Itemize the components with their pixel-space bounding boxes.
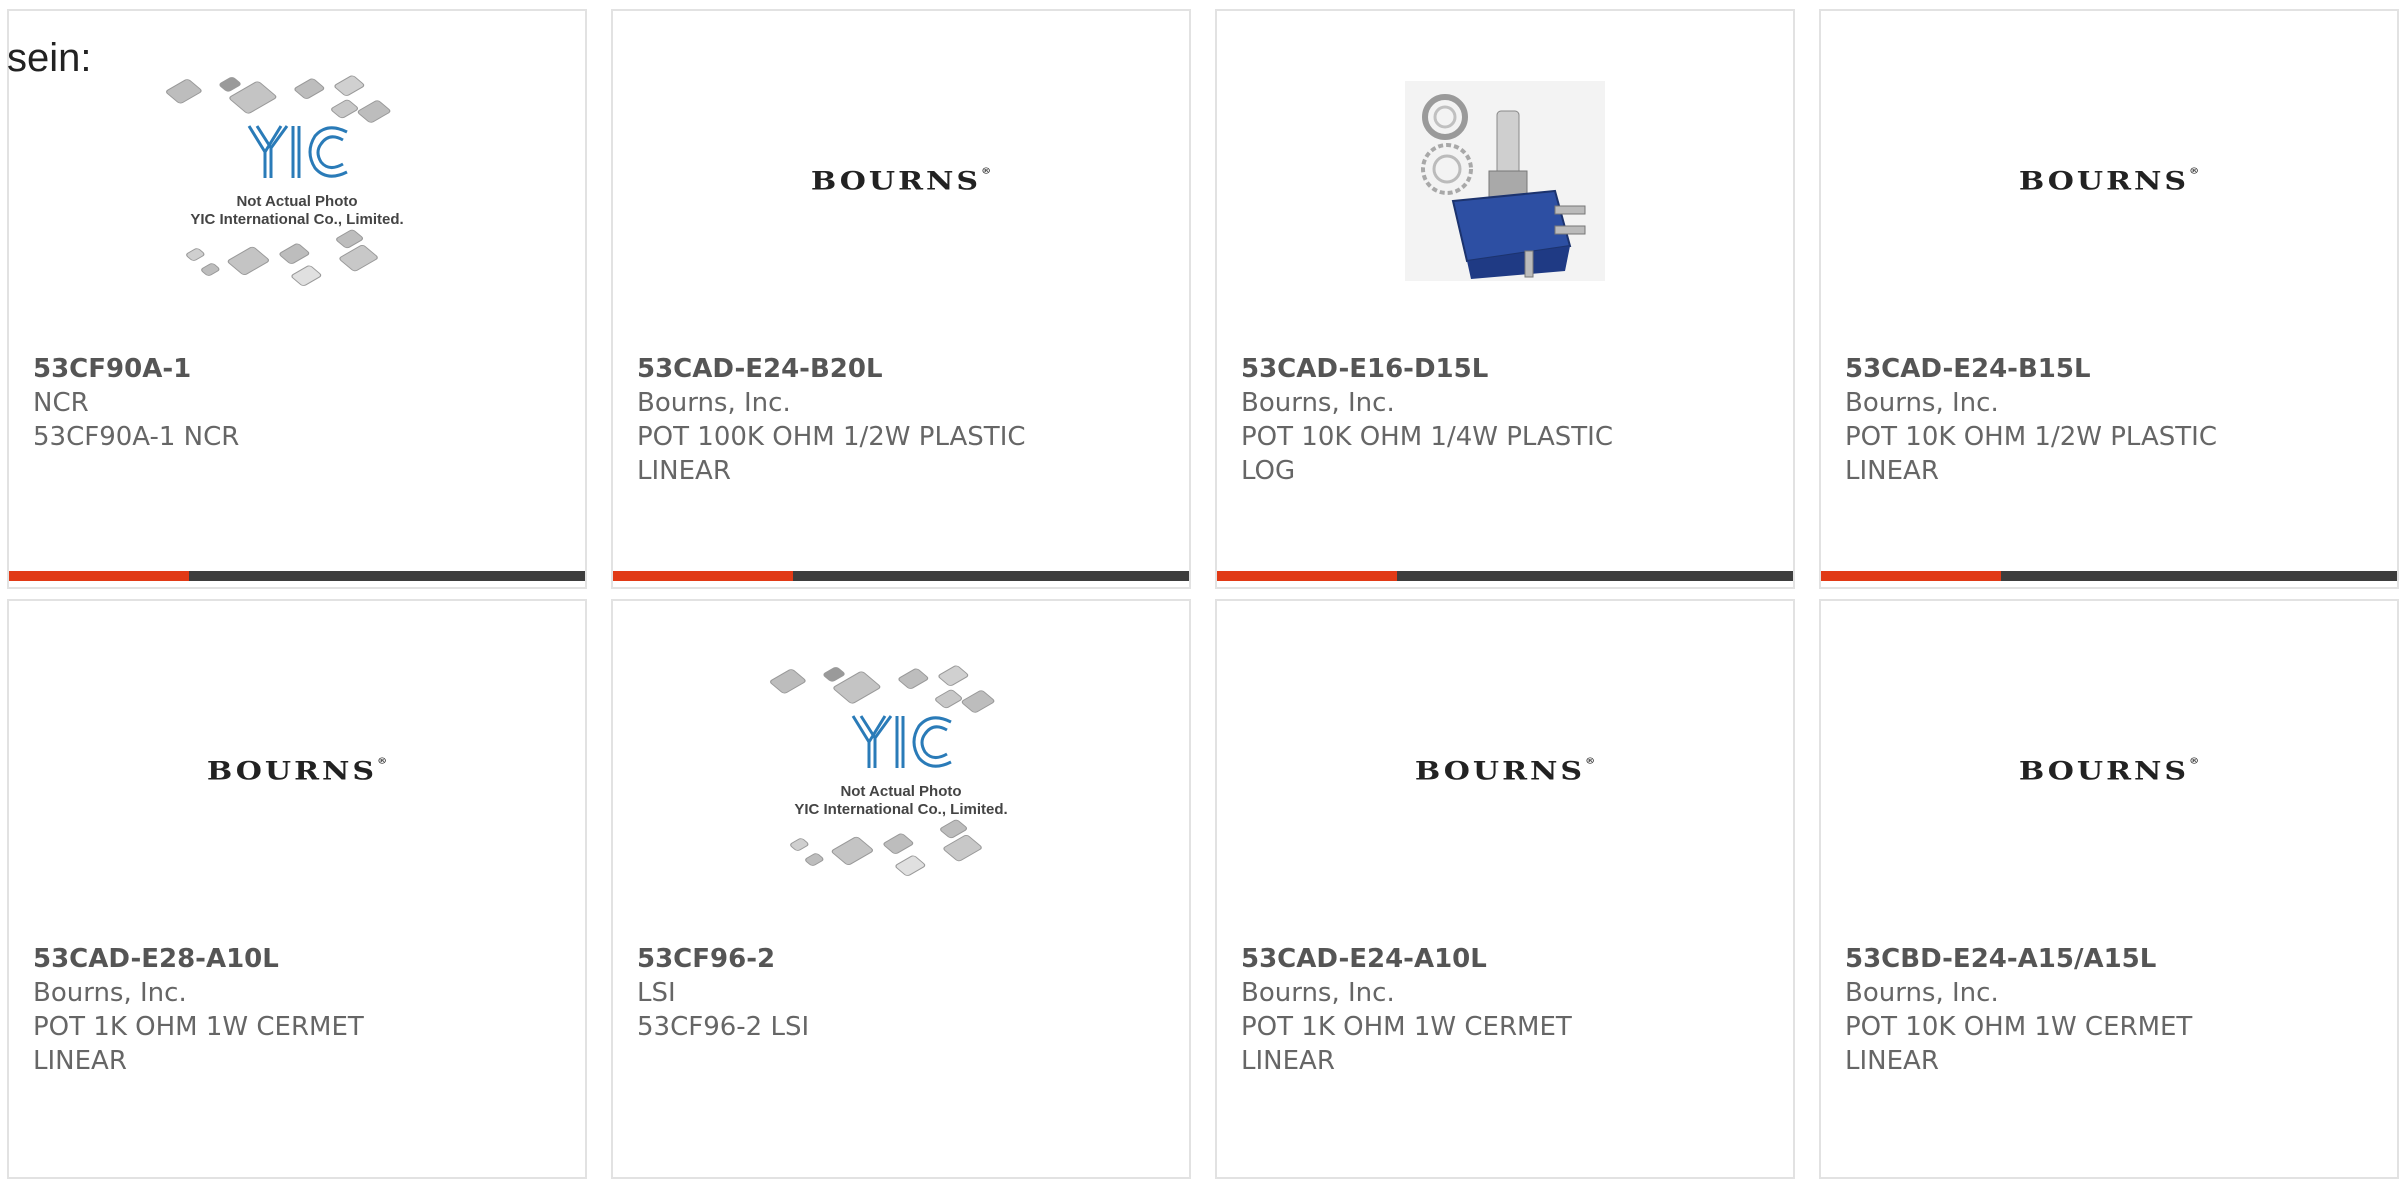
placeholder-caption: YIC International Co., Limited.	[190, 211, 403, 228]
product-image: Not Actual Photo YIC International Co., …	[613, 601, 1189, 941]
product-info: 53CAD-E16-D15L Bourns, Inc. POT 10K OHM …	[1241, 352, 1769, 488]
description: POT 10K OHM 1/4W PLASTIC LOG	[1241, 422, 1613, 486]
product-image: Not Actual Photo YIC International Co., …	[9, 11, 585, 351]
product-info: 53CF96-2 LSI 53CF96-2 LSI	[637, 942, 1165, 1044]
product-card[interactable]: Not Actual Photo YIC International Co., …	[611, 599, 1191, 1179]
product-info: 53CAD-E24-B15L Bourns, Inc. POT 10K OHM …	[1845, 352, 2373, 488]
product-card[interactable]: Not Actual Photo YIC International Co., …	[7, 9, 587, 589]
card-footer-accent	[9, 571, 189, 581]
product-image: BOURNS®	[1217, 601, 1793, 941]
bourns-logo: BOURNS®	[2018, 756, 2200, 786]
placeholder-caption: YIC International Co., Limited.	[794, 801, 1007, 818]
part-number-link[interactable]: 53CAD-E16-D15L	[1241, 352, 1769, 386]
product-info: 53CAD-E24-A10L Bourns, Inc. POT 1K OHM 1…	[1241, 942, 1769, 1078]
product-card[interactable]: BOURNS® 53CAD-E28-A10L Bourns, Inc. POT …	[7, 599, 587, 1179]
page-text-fragment: sein:	[7, 36, 92, 80]
manufacturer: NCR	[33, 388, 89, 418]
part-number-link[interactable]: 53CAD-E28-A10L	[33, 942, 561, 976]
potentiometer-image	[1405, 81, 1605, 281]
part-number-link[interactable]: 53CAD-E24-B20L	[637, 352, 1165, 386]
product-image: BOURNS®	[613, 11, 1189, 351]
card-footer-bar	[1821, 571, 2397, 581]
bourns-logo: BOURNS®	[810, 166, 992, 196]
manufacturer: Bourns, Inc.	[1845, 978, 1999, 1008]
manufacturer: Bourns, Inc.	[1845, 388, 1999, 418]
product-image: BOURNS®	[1821, 11, 2397, 351]
product-grid: Not Actual Photo YIC International Co., …	[0, 0, 2400, 1179]
card-footer-accent	[613, 571, 793, 581]
product-info: 53CAD-E24-B20L Bourns, Inc. POT 100K OHM…	[637, 352, 1165, 488]
bourns-logo: BOURNS®	[1414, 756, 1596, 786]
description: 53CF96-2 LSI	[637, 1012, 810, 1042]
product-card[interactable]: BOURNS® 53CAD-E24-A10L Bourns, Inc. POT …	[1215, 599, 1795, 1179]
product-card[interactable]: 53CAD-E16-D15L Bourns, Inc. POT 10K OHM …	[1215, 9, 1795, 589]
bourns-logo: BOURNS®	[2018, 166, 2200, 196]
product-image	[1217, 11, 1793, 351]
description: POT 10K OHM 1/2W PLASTIC LINEAR	[1845, 422, 2217, 486]
not-actual-photo-placeholder: Not Actual Photo YIC International Co., …	[166, 75, 404, 286]
card-footer-accent	[1217, 571, 1397, 581]
product-info: 53CAD-E28-A10L Bourns, Inc. POT 1K OHM 1…	[33, 942, 561, 1078]
manufacturer: LSI	[637, 978, 676, 1008]
card-footer-bar	[9, 571, 585, 581]
product-card[interactable]: BOURNS® 53CBD-E24-A15/A15L Bourns, Inc. …	[1819, 599, 2399, 1179]
card-footer-bar	[613, 571, 1189, 581]
part-number-link[interactable]: 53CAD-E24-A10L	[1241, 942, 1769, 976]
part-number-link[interactable]: 53CF90A-1	[33, 352, 561, 386]
manufacturer: Bourns, Inc.	[1241, 978, 1395, 1008]
part-number-link[interactable]: 53CF96-2	[637, 942, 1165, 976]
manufacturer: Bourns, Inc.	[1241, 388, 1395, 418]
card-footer-bar	[1217, 571, 1793, 581]
not-actual-photo-placeholder: Not Actual Photo YIC International Co., …	[770, 665, 1008, 876]
product-info: 53CF90A-1 NCR 53CF90A-1 NCR	[33, 352, 561, 454]
description: POT 1K OHM 1W CERMET LINEAR	[33, 1012, 364, 1076]
description: POT 100K OHM 1/2W PLASTIC LINEAR	[637, 422, 1026, 486]
placeholder-caption: Not Actual Photo	[236, 193, 357, 210]
manufacturer: Bourns, Inc.	[637, 388, 791, 418]
product-card[interactable]: BOURNS® 53CAD-E24-B15L Bourns, Inc. POT …	[1819, 9, 2399, 589]
product-image: BOURNS®	[1821, 601, 2397, 941]
product-card[interactable]: BOURNS® 53CAD-E24-B20L Bourns, Inc. POT …	[611, 9, 1191, 589]
part-number-link[interactable]: 53CAD-E24-B15L	[1845, 352, 2373, 386]
bourns-logo: BOURNS®	[206, 756, 388, 786]
part-number-link[interactable]: 53CBD-E24-A15/A15L	[1845, 942, 2373, 976]
placeholder-caption: Not Actual Photo	[840, 783, 961, 800]
description: 53CF90A-1 NCR	[33, 422, 240, 452]
manufacturer: Bourns, Inc.	[33, 978, 187, 1008]
description: POT 1K OHM 1W CERMET LINEAR	[1241, 1012, 1572, 1076]
description: POT 10K OHM 1W CERMET LINEAR	[1845, 1012, 2193, 1076]
product-image: BOURNS®	[9, 601, 585, 941]
card-footer-accent	[1821, 571, 2001, 581]
product-info: 53CBD-E24-A15/A15L Bourns, Inc. POT 10K …	[1845, 942, 2373, 1078]
